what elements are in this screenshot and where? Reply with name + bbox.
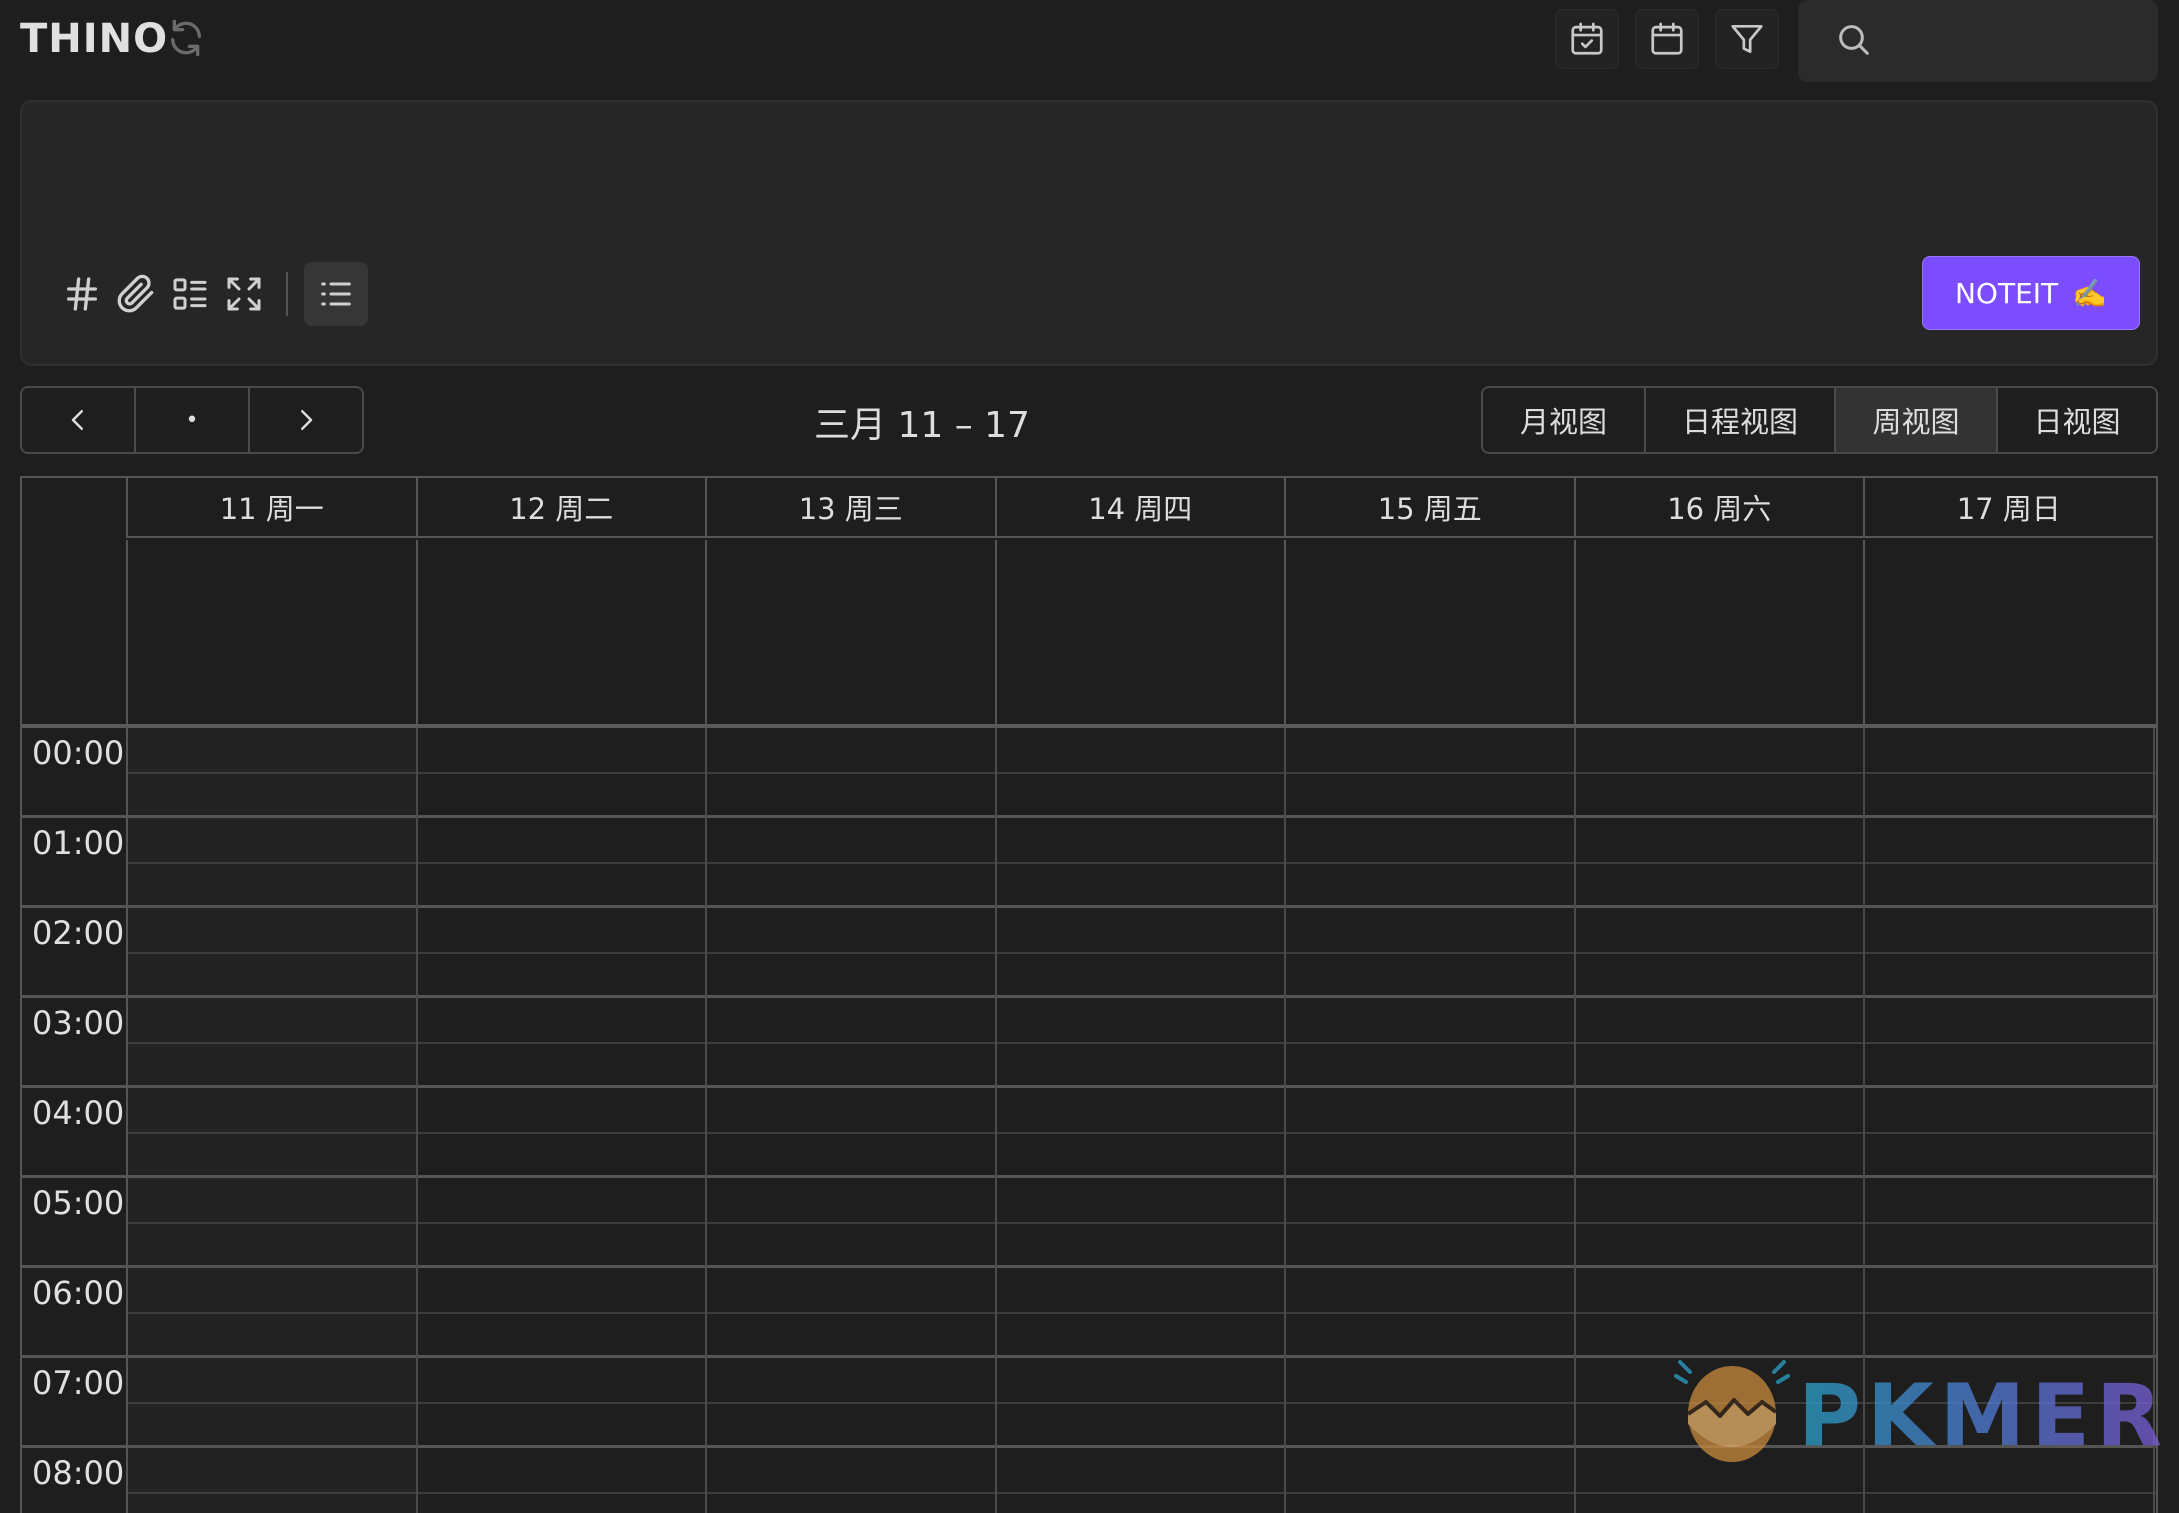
attachment-button[interactable] [112, 270, 160, 318]
day-header[interactable]: 17 周日 [1863, 478, 2153, 538]
day-header[interactable]: 13 周三 [705, 478, 995, 538]
refresh-icon[interactable] [166, 18, 206, 58]
hour-row[interactable]: 05:00 [22, 1178, 2156, 1268]
day-column-line [994, 728, 997, 1513]
checklist-button[interactable] [166, 270, 214, 318]
day-header[interactable]: 16 周六 [1573, 478, 1863, 538]
app-title: THINO [20, 16, 169, 62]
day-column-line [1573, 728, 1576, 1513]
hour-row[interactable]: 02:00 [22, 908, 2156, 998]
writing-hand-icon: ✍️ [2072, 276, 2107, 310]
filter-icon [1731, 24, 1763, 54]
memo-input[interactable] [52, 126, 2122, 246]
allday-cell[interactable] [1573, 540, 1864, 724]
toolbar-divider [286, 272, 288, 316]
calendar-icon [1651, 22, 1683, 55]
memo-editor: NOTEIT ✍️ [20, 100, 2158, 366]
day-view-button[interactable]: 日视图 [1996, 388, 2156, 452]
search-input[interactable] [1888, 14, 2138, 66]
fullscreen-button[interactable] [220, 270, 268, 318]
allday-cell[interactable] [1863, 540, 2153, 724]
search-icon [1834, 20, 1874, 60]
daily-note-button[interactable] [1555, 9, 1619, 69]
allday-cell[interactable] [994, 540, 1285, 724]
hour-label: 06:00 [32, 1274, 125, 1312]
tag-button[interactable] [58, 270, 106, 318]
day-header[interactable]: 14 周四 [994, 478, 1284, 538]
hour-row[interactable]: 04:00 [22, 1088, 2156, 1178]
paperclip-icon [117, 274, 154, 313]
search-box[interactable] [1798, 0, 2158, 82]
half-hour-line [128, 1312, 2156, 1314]
calendar-check-icon [1571, 22, 1603, 55]
chevron-left-icon [71, 410, 83, 430]
hour-label: 02:00 [32, 914, 125, 952]
today-dot-icon: • [185, 407, 199, 433]
half-hour-line [128, 1042, 2156, 1044]
checklist-icon [173, 278, 207, 310]
week-view-button[interactable]: 周视图 [1834, 388, 1996, 452]
day-column-line [415, 728, 418, 1513]
date-range-title: 三月 11 – 17 [814, 405, 1030, 446]
hour-label: 04:00 [32, 1094, 125, 1132]
day-header[interactable]: 12 周二 [415, 478, 705, 538]
half-hour-line [128, 1492, 2156, 1494]
day-header[interactable]: 15 周五 [1284, 478, 1574, 538]
header: THINO [0, 0, 2179, 88]
today-button[interactable]: • [134, 388, 248, 452]
hour-row[interactable]: 01:00 [22, 818, 2156, 908]
day-header[interactable]: 11 周一 [126, 478, 416, 538]
calendar-button[interactable] [1635, 9, 1699, 69]
hour-row[interactable]: 03:00 [22, 998, 2156, 1088]
agenda-view-button[interactable]: 日程视图 [1644, 388, 1834, 452]
half-hour-line [128, 952, 2156, 954]
noteit-button[interactable]: NOTEIT ✍️ [1922, 256, 2140, 330]
allday-cell[interactable] [705, 540, 995, 724]
list-button[interactable] [304, 262, 368, 326]
filter-button[interactable] [1715, 9, 1779, 69]
allday-cell[interactable] [126, 540, 416, 724]
day-column-line [705, 728, 707, 1513]
chevron-right-icon [301, 410, 313, 430]
half-hour-line [128, 862, 2156, 864]
day-column-line [1284, 728, 1286, 1513]
allday-cell[interactable] [415, 540, 706, 724]
next-week-button[interactable] [248, 388, 362, 452]
noteit-label: NOTEIT [1954, 276, 2059, 310]
hour-row[interactable]: 00:00 [22, 728, 2156, 818]
half-hour-line [128, 1132, 2156, 1134]
hour-label: 01:00 [32, 824, 125, 862]
expand-icon [227, 277, 261, 311]
hash-icon [67, 277, 98, 311]
prev-week-button[interactable] [22, 388, 134, 452]
pkmer-watermark: PKMER [1668, 1354, 2162, 1466]
month-view-button[interactable]: 月视图 [1483, 388, 1644, 452]
hour-label: 05:00 [32, 1184, 125, 1222]
hour-row[interactable]: 06:00 [22, 1268, 2156, 1358]
half-hour-line [128, 1222, 2156, 1224]
hour-label: 07:00 [32, 1364, 125, 1402]
day-column-line [126, 728, 128, 1513]
hour-label: 08:00 [32, 1454, 125, 1492]
hour-label: 00:00 [32, 734, 125, 772]
half-hour-line [128, 772, 2156, 774]
list-icon [321, 282, 351, 306]
pkmer-logo-icon [1674, 1360, 1790, 1462]
allday-cell[interactable] [1284, 540, 1574, 724]
watermark-text: PKMER [1798, 1366, 2169, 1466]
calendar-nav: • [20, 386, 364, 454]
view-switcher: 月视图 日程视图 周视图 日视图 [1481, 386, 2158, 454]
hour-label: 03:00 [32, 1004, 125, 1042]
